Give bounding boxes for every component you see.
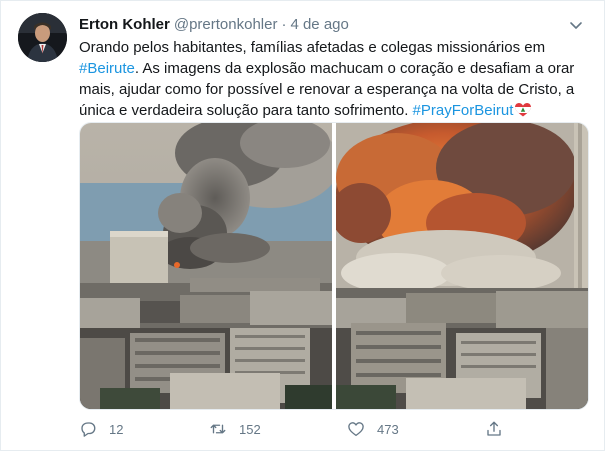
share-icon — [487, 421, 501, 436]
separator-dot: · — [281, 16, 287, 33]
explosion-fireball-photo[interactable] — [336, 123, 588, 409]
tweet-actions: 12 152 473 — [79, 417, 587, 441]
hashtag-beirute[interactable]: #Beirute — [79, 60, 135, 77]
chevron-down-icon[interactable] — [568, 17, 584, 33]
avatar[interactable] — [18, 13, 67, 62]
explosion-smoke-photo[interactable] — [80, 123, 332, 409]
tweet-card[interactable]: Erton Kohler @prertonkohler · 4 de ago Oran… — [0, 0, 605, 451]
retweet-button[interactable]: 152 — [209, 417, 261, 441]
share-button[interactable] — [485, 417, 515, 441]
reply-count: 12 — [109, 421, 124, 437]
like-count: 473 — [377, 421, 399, 437]
author-name[interactable]: Erton Kohler — [79, 16, 170, 33]
reply-button[interactable]: 12 — [79, 417, 123, 441]
retweet-count: 152 — [239, 421, 261, 437]
tweet-text: Orando pelos habitantes, famílias afetad… — [79, 37, 584, 121]
retweet-icon — [210, 424, 226, 434]
lebanon-flag-heart-icon — [515, 102, 532, 117]
author-handle[interactable]: @prertonkohler — [174, 16, 278, 33]
like-button[interactable]: 473 — [347, 417, 399, 441]
media-gallery[interactable] — [79, 122, 589, 410]
like-icon — [348, 422, 364, 437]
tweet-header: Erton Kohler @prertonkohler · 4 de ago — [79, 15, 584, 35]
reply-icon — [81, 422, 96, 437]
tweet-text-part: Orando pelos habitantes, famílias afetad… — [79, 39, 546, 56]
tweet-date[interactable]: 4 de ago — [290, 16, 348, 33]
hashtag-prayforbeirut[interactable]: #PrayForBeirut — [413, 102, 514, 119]
